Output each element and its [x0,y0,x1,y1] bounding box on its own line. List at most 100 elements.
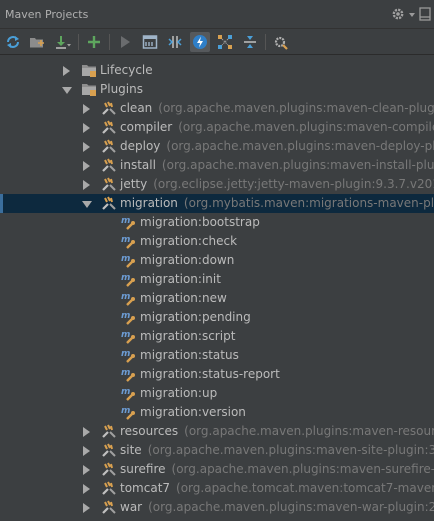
tree-node-plugins[interactable]: Plugins [0,80,434,99]
add-maven-project-button[interactable] [27,32,47,52]
goal-label: migration:pending [140,310,251,324]
toolbar-separator [78,34,79,50]
expand-arrow-icon[interactable] [83,142,90,152]
goal-label: migration:script [140,329,236,343]
plugin-row-tomcat7[interactable]: tomcat7 (org.apache.tomcat.maven:tomcat7-… [0,479,434,498]
goal-label: migration:check [140,234,238,248]
svg-text:m: m [121,330,130,340]
maven-plugin-icon [102,139,116,153]
plugin-row-site[interactable]: site (org.apache.maven.plugins:maven-site… [0,441,434,460]
plugin-coordinates: (org.mybatis.maven:migrations-maven-plug… [183,196,434,210]
folder-icon [82,65,96,77]
maven-goal-icon: m [121,406,135,420]
plugin-coordinates: (org.eclipse.jetty:jetty-maven-plugin:9.… [153,177,434,191]
toolbar-separator [265,34,266,50]
plugin-row-compiler[interactable]: compiler (org.apache.maven.plugins:maven-… [0,118,434,137]
expand-arrow-icon[interactable] [83,123,90,133]
maven-goal-icon: m [121,311,135,325]
maven-plugin-icon [102,424,116,438]
plugin-row-war[interactable]: war (org.apache.maven.plugins:maven-war-p… [0,498,434,517]
plugin-row-install[interactable]: install (org.apache.maven.plugins:maven-i… [0,156,434,175]
gear-icon[interactable] [390,6,406,22]
plugin-name: clean [120,101,153,115]
skip-tests-button[interactable] [190,32,210,52]
plugin-name: install [120,158,156,172]
hide-panel-icon[interactable] [418,6,432,22]
expand-arrow-icon[interactable] [83,446,90,456]
maven-goal-icon: m [121,387,135,401]
goal-row[interactable]: m migration:version [0,403,434,422]
plugin-row-deploy[interactable]: deploy (org.apache.maven.plugins:maven-de… [0,137,434,156]
goal-row[interactable]: m migration:pending [0,308,434,327]
maven-plugin-icon [102,462,116,476]
collapse-arrow-icon[interactable] [62,87,72,94]
goal-row[interactable]: m migration:script [0,327,434,346]
goal-row[interactable]: m migration:status [0,346,434,365]
plugin-row-jetty[interactable]: jetty (org.eclipse.jetty:jetty-maven-plug… [0,175,434,194]
maven-goal-icon: m [121,216,135,230]
maven-plugin-icon [102,177,116,191]
reimport-button[interactable] [3,32,23,52]
folder-icon [82,84,96,96]
goal-row[interactable]: m migration:bootstrap [0,213,434,232]
add-icon [88,36,100,48]
maven-plugin-icon [102,500,116,514]
plugin-coordinates: (org.apache.maven.plugins:maven-clean-pl… [158,101,434,115]
download-sources-button[interactable] [53,32,73,52]
goal-label: migration:new [140,291,227,305]
goal-row[interactable]: m migration:down [0,251,434,270]
toggle-offline-icon [168,36,182,48]
plugin-name: war [120,500,143,514]
toggle-offline-button[interactable] [165,32,185,52]
show-dependencies-icon [218,35,232,49]
maven-plugin-icon [102,481,116,495]
svg-text:m: m [121,292,130,302]
plugin-name: tomcat7 [120,481,171,495]
goal-row[interactable]: m migration:new [0,289,434,308]
maven-plugin-icon [102,101,116,115]
maven-goal-icon: m [121,368,135,382]
expand-arrow-icon[interactable] [83,465,90,475]
expand-arrow-icon[interactable] [83,484,90,494]
run-icon [121,36,130,48]
reimport-icon [7,36,19,48]
goal-row[interactable]: m migration:status-report [0,365,434,384]
panel-header: Maven Projects [0,0,434,29]
collapse-all-button[interactable] [240,32,260,52]
plugin-row-surefire[interactable]: surefire (org.apache.maven.plugins:maven-… [0,460,434,479]
expand-arrow-icon[interactable] [83,104,90,114]
plugin-row-clean[interactable]: clean (org.apache.maven.plugins:maven-cle… [0,99,434,118]
plugin-row-resources[interactable]: resources (org.apache.maven.plugins:maven… [0,422,434,441]
plugin-coordinates: (org.apache.maven.plugins:maven-install-… [161,158,434,172]
goal-label: migration:status-report [140,367,280,381]
settings-dropdown-icon[interactable] [409,13,415,17]
svg-text:m: m [121,311,130,321]
goal-row[interactable]: m migration:up [0,384,434,403]
maven-goal-icon: m [121,254,135,268]
settings-button[interactable] [271,32,291,52]
goal-row[interactable]: m migration:check [0,232,434,251]
plugin-coordinates: (org.apache.tomcat.maven:tomcat7-maven-p… [176,481,434,495]
svg-text:m: m [121,254,130,264]
collapse-arrow-icon[interactable] [82,201,92,208]
run-button[interactable] [115,32,135,52]
plugin-row-migration[interactable]: migration (org.mybatis.maven:migrations-m… [0,194,434,213]
svg-text:m: m [121,387,130,397]
goal-row[interactable]: m migration:init [0,270,434,289]
show-dependencies-button[interactable] [215,32,235,52]
expand-arrow-icon[interactable] [63,66,70,76]
tree-node-lifecycle[interactable]: Lifecycle [0,61,434,80]
expand-arrow-icon[interactable] [83,427,90,437]
execute-goal-button[interactable] [140,32,160,52]
expand-arrow-icon[interactable] [83,180,90,190]
add-button[interactable] [84,32,104,52]
expand-arrow-icon[interactable] [83,503,90,513]
svg-text:m: m [121,235,130,245]
download-sources-icon [56,36,71,49]
goal-label: migration:up [140,386,218,400]
plugin-coordinates: (org.apache.maven.plugins:maven-deploy-p… [166,139,434,153]
toolbar-separator [109,34,110,50]
expand-arrow-icon[interactable] [83,161,90,171]
goal-label: migration:down [140,253,235,267]
svg-text:m: m [121,349,130,359]
